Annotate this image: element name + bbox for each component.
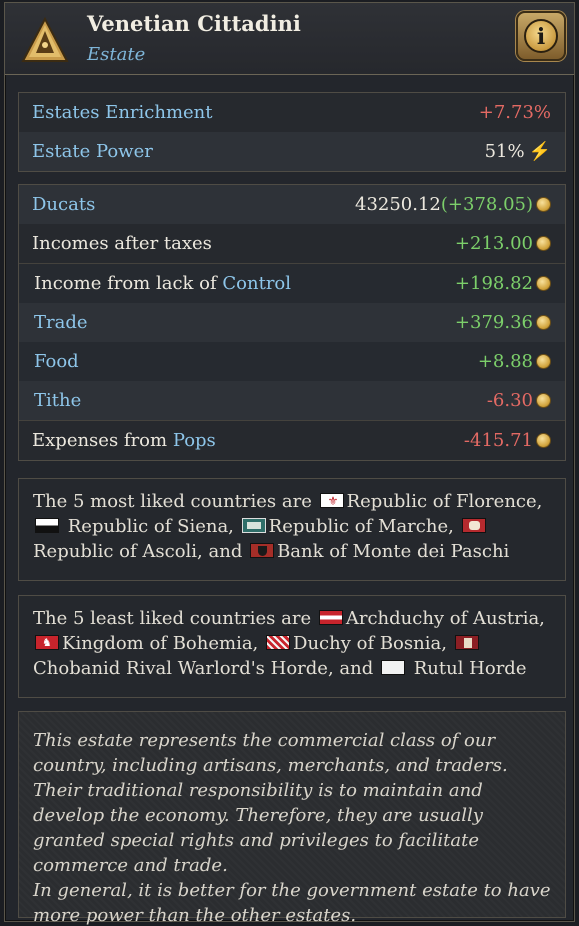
power-row: Estate Power 51% ⚡ <box>19 132 565 171</box>
least-liked-prefix: The 5 least liked countries are <box>33 608 312 629</box>
enrichment-row: Estates Enrichment +7.73% <box>19 93 565 132</box>
austria-flag-icon <box>318 610 343 625</box>
ducats-value-wrap: 43250.12(+378.05) <box>355 185 551 224</box>
food-value: +8.88 <box>477 351 533 372</box>
food-income-row: Food +8.88 <box>19 342 565 381</box>
power-label[interactable]: Estate Power <box>32 132 153 171</box>
florence-flag-icon: ⚜ <box>319 493 344 508</box>
food-label[interactable]: Food <box>34 342 79 381</box>
country-rutul[interactable]: Rutul Horde <box>414 658 527 679</box>
least-liked-box: The 5 least liked countries are Archduch… <box>18 595 566 698</box>
control-income-label: Income from lack of Control <box>34 273 292 294</box>
pops-link[interactable]: Pops <box>173 430 216 451</box>
expenses-value-wrap: -415.71 <box>464 421 551 460</box>
country-ascoli[interactable]: Republic of Ascoli, and <box>33 541 242 562</box>
ducats-change: (+378.05) <box>440 194 533 215</box>
bosnia-flag-icon <box>266 635 291 650</box>
enrichment-label[interactable]: Estates Enrichment <box>32 93 213 132</box>
power-value: 51% <box>484 141 525 162</box>
tithe-label[interactable]: Tithe <box>34 381 81 420</box>
gold-coin-icon <box>536 197 551 212</box>
trade-income-row: Trade +379.36 <box>19 303 565 342</box>
trade-value: +379.36 <box>454 312 533 333</box>
control-link[interactable]: Control <box>222 273 291 294</box>
country-bohemia[interactable]: Kingdom of Bohemia, <box>62 633 258 654</box>
estate-subtitle: Estate <box>87 44 146 65</box>
incomes-value-wrap: +213.00 <box>455 224 551 263</box>
expenses-value: -415.71 <box>463 430 533 451</box>
power-value-wrap: 51% ⚡ <box>485 132 551 171</box>
country-chobanid[interactable]: Chobanid Rival Warlord's Horde, and <box>33 658 373 679</box>
incomes-value: +213.00 <box>454 233 533 254</box>
control-income-value: +198.82 <box>454 273 533 294</box>
description-paragraph-2: In general, it is better for the governm… <box>33 880 551 926</box>
tithe-value-wrap: -6.30 <box>487 381 551 420</box>
trade-value-wrap: +379.36 <box>455 303 551 342</box>
tithe-value: -6.30 <box>486 390 533 411</box>
incomes-row: Incomes after taxes +213.00 <box>19 224 565 263</box>
rutul-flag-icon <box>380 660 405 675</box>
gold-coin-icon <box>536 433 551 448</box>
estate-description: This estate represents the commercial cl… <box>18 711 566 926</box>
control-income-row: Income from lack of Control +198.82 <box>19 264 565 303</box>
gold-coin-icon <box>536 276 551 291</box>
tithe-income-row: Tithe -6.30 <box>19 381 565 420</box>
country-monte-dei-paschi[interactable]: Bank of Monte dei Paschi <box>277 541 509 562</box>
bohemia-flag-icon: ♞ <box>35 635 59 650</box>
expenses-label: Expenses from Pops <box>32 430 216 451</box>
ducats-value: 43250.12 <box>355 194 441 215</box>
country-marche[interactable]: Republic of Marche, <box>269 516 454 537</box>
country-bosnia[interactable]: Duchy of Bosnia, <box>293 633 447 654</box>
chobanid-flag-icon <box>454 635 479 650</box>
marche-flag-icon <box>241 518 266 533</box>
monte-dei-paschi-flag-icon <box>250 543 275 558</box>
finance-box: Ducats 43250.12(+378.05) Incomes after t… <box>18 184 566 461</box>
trade-label[interactable]: Trade <box>34 303 88 342</box>
description-paragraph-1: This estate represents the commercial cl… <box>33 730 508 876</box>
enrichment-value: +7.73% <box>478 102 551 123</box>
gold-coin-icon <box>536 236 551 251</box>
ascoli-flag-icon <box>461 518 486 533</box>
siena-flag-icon <box>35 518 59 533</box>
most-liked-box: The 5 most liked countries are ⚜ Republic… <box>18 478 566 581</box>
country-siena[interactable]: Republic of Siena, <box>68 516 234 537</box>
most-liked-prefix: The 5 most liked countries are <box>33 491 312 512</box>
country-austria[interactable]: Archduchy of Austria, <box>346 608 545 629</box>
panel-header: Venetian Cittadini Estate i <box>5 3 574 75</box>
income-breakdown: Income from lack of Control +198.82 Trad… <box>19 263 565 421</box>
estate-stats-box: Estates Enrichment +7.73% Estate Power 5… <box>18 92 566 172</box>
info-button[interactable]: i <box>516 11 566 61</box>
food-value-wrap: +8.88 <box>478 342 551 381</box>
gold-coin-icon <box>536 393 551 408</box>
country-florence[interactable]: Republic of Florence, <box>347 491 543 512</box>
ducats-row: Ducats 43250.12(+378.05) <box>19 185 565 224</box>
ducats-label[interactable]: Ducats <box>32 185 95 224</box>
estate-title: Venetian Cittadini <box>87 11 301 36</box>
estate-tooltip-panel: Venetian Cittadini Estate i Estates Enri… <box>4 2 575 926</box>
control-income-value-wrap: +198.82 <box>455 264 551 303</box>
gold-coin-icon <box>536 315 551 330</box>
expenses-row: Expenses from Pops -415.71 <box>19 421 565 460</box>
merchant-pyramid-icon <box>21 17 69 62</box>
info-icon: i <box>524 19 558 53</box>
gold-coin-icon <box>536 354 551 369</box>
incomes-label: Incomes after taxes <box>32 233 212 254</box>
lightning-bolt-icon: ⚡ <box>528 141 551 162</box>
